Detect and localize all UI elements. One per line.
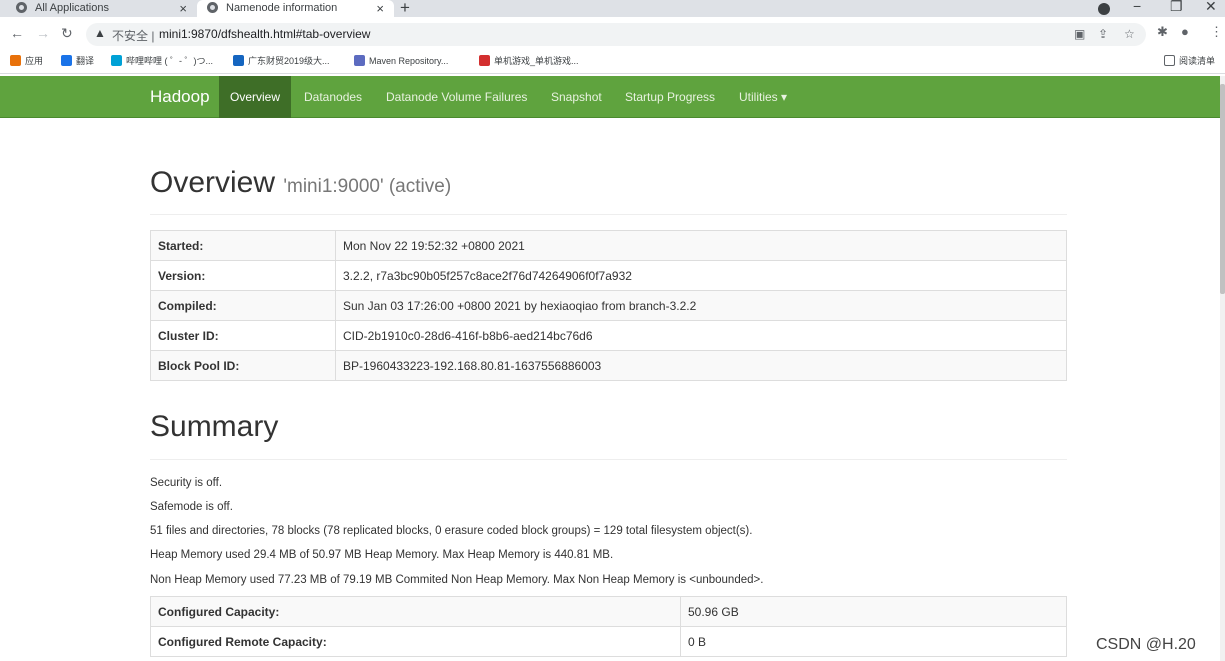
browser-tab-strip: All Applications × Namenode information … (0, 0, 1225, 17)
row-value: CID-2b1910c0-28d6-416f-b8b6-aed214bc76d6 (335, 320, 1067, 351)
scrollbar-thumb[interactable] (1220, 84, 1225, 294)
nav-snapshot[interactable]: Snapshot (540, 76, 613, 118)
game-icon (479, 55, 490, 66)
overview-table: Started: Mon Nov 22 19:52:32 +0800 2021 V… (150, 230, 1067, 381)
warning-icon[interactable]: ▲ (94, 26, 106, 40)
reload-icon[interactable]: ↻ (61, 25, 73, 42)
account-icon[interactable]: ● (1181, 24, 1189, 39)
brand-logo[interactable]: Hadoop (150, 76, 210, 118)
safemode-status: Safemode is off. (150, 501, 233, 513)
reading-list-icon (1164, 55, 1175, 66)
page-content: Overview 'mini1:9000' (active) Started: M… (0, 118, 1220, 661)
row-value: Sun Jan 03 17:26:00 +0800 2021 by hexiao… (335, 290, 1067, 321)
heap-memory: Heap Memory used 29.4 MB of 50.97 MB Hea… (150, 549, 614, 561)
bookmark-games[interactable]: 单机游戏_单机游戏... (479, 54, 579, 68)
extensions-icon[interactable]: ✱ (1157, 24, 1168, 40)
bookmark-bilibili[interactable]: 哔哩哔哩 ( ゜- ゜)つ... (111, 54, 213, 68)
bookmark-translate[interactable]: 翻译 (61, 54, 94, 68)
bookmark-guangdong[interactable]: 广东财贸2019级大... (233, 54, 330, 68)
bilibili-icon (111, 55, 122, 66)
filesystem-objects: 51 files and directories, 78 blocks (78 … (150, 525, 753, 537)
row-key: Cluster ID: (150, 320, 336, 351)
minimize-icon[interactable]: − (1133, 0, 1141, 14)
table-row: Version: 3.2.2, r7a3bc90b05f257c8ace2f76d… (150, 260, 1067, 291)
divider (150, 459, 1067, 460)
non-heap-memory: Non Heap Memory used 77.23 MB of 79.19 M… (150, 574, 764, 586)
table-row: Started: Mon Nov 22 19:52:32 +0800 2021 (150, 230, 1067, 261)
hadoop-navbar: Hadoop Overview Datanodes Datanode Volum… (0, 76, 1220, 118)
row-key: Version: (150, 260, 336, 291)
table-row: Configured Capacity: 50.96 GB (150, 596, 1067, 627)
table-row: Compiled: Sun Jan 03 17:26:00 +0800 2021 … (150, 290, 1067, 321)
row-key: Compiled: (150, 290, 336, 321)
nav-utilities[interactable]: Utilities ▾ (728, 76, 798, 118)
reading-list[interactable]: 阅读清单 (1164, 54, 1215, 68)
row-key: Started: (150, 230, 336, 261)
watermark: CSDN @H.20 (1096, 636, 1196, 653)
close-window-icon[interactable]: ✕ (1205, 0, 1217, 15)
nav-startup-progress[interactable]: Startup Progress (614, 76, 726, 118)
globe-icon (207, 2, 218, 13)
restore-icon[interactable]: ❐ (1170, 0, 1183, 15)
row-key: Configured Capacity: (150, 596, 681, 627)
browser-tab-namenode-information[interactable]: Namenode information × (197, 0, 394, 17)
divider (150, 214, 1067, 215)
bookmark-apps[interactable]: 应用 (10, 54, 43, 68)
menu-icon[interactable]: ⋮ (1210, 24, 1223, 40)
insecure-label[interactable]: 不安全 | (112, 27, 154, 44)
namenode-address: 'mini1:9000' (active) (283, 176, 452, 197)
bookmarks-bar: 应用 翻译 哔哩哔哩 ( ゜- ゜)つ... 广东财贸2019级大... Mav… (0, 50, 1225, 74)
row-value: Mon Nov 22 19:52:32 +0800 2021 (335, 230, 1067, 261)
table-row: Block Pool ID: BP-1960433223-192.168.80.8… (150, 350, 1067, 381)
bookmark-maven[interactable]: Maven Repository... (354, 54, 448, 68)
maven-icon (354, 55, 365, 66)
share-icon[interactable]: ⇪ (1098, 27, 1108, 41)
translate-icon[interactable]: ▣ (1074, 27, 1085, 41)
row-value: 50.96 GB (680, 596, 1067, 627)
address-bar[interactable]: ▲ 不安全 | mini1:9870/dfshealth.html#tab-ov… (86, 23, 1146, 46)
table-row: Configured Remote Capacity: 0 B (150, 626, 1067, 657)
row-value: 0 B (680, 626, 1067, 657)
url-text[interactable]: mini1:9870/dfshealth.html#tab-overview (159, 27, 370, 41)
nav-datanode-volume-failures[interactable]: Datanode Volume Failures (375, 76, 538, 118)
forward-icon[interactable]: → (36, 25, 50, 41)
row-value: BP-1960433223-192.168.80.81-163755688600… (335, 350, 1067, 381)
row-key: Configured Remote Capacity: (150, 626, 681, 657)
overview-heading: Overview 'mini1:9000' (active) (150, 166, 452, 199)
tab-title: Namenode information (226, 2, 338, 14)
profile-extension-icon[interactable] (1098, 3, 1110, 15)
summary-table: Configured Capacity: 50.96 GB Configured … (150, 596, 1067, 657)
table-row: Cluster ID: CID-2b1910c0-28d6-416f-b8b6-a… (150, 320, 1067, 351)
page-scrollbar[interactable] (1220, 76, 1225, 661)
row-value: 3.2.2, r7a3bc90b05f257c8ace2f76d74264906… (335, 260, 1067, 291)
apps-grid-icon (10, 55, 21, 66)
nav-overview[interactable]: Overview (219, 76, 292, 118)
new-tab-button[interactable]: + (400, 0, 410, 18)
nav-datanodes[interactable]: Datanodes (293, 76, 373, 118)
globe-icon (16, 2, 27, 13)
translate-icon (61, 55, 72, 66)
security-status: Security is off. (150, 477, 223, 489)
bookmark-star-icon[interactable]: ☆ (1124, 27, 1135, 41)
summary-heading: Summary (150, 410, 279, 443)
close-tab-icon[interactable]: × (179, 0, 187, 17)
ck-icon (233, 55, 244, 66)
close-tab-icon[interactable]: × (376, 0, 384, 17)
row-key: Block Pool ID: (150, 350, 336, 381)
browser-tab-all-applications[interactable]: All Applications × (0, 0, 197, 17)
back-icon[interactable]: ← (10, 25, 24, 41)
tab-title: All Applications (35, 2, 109, 14)
